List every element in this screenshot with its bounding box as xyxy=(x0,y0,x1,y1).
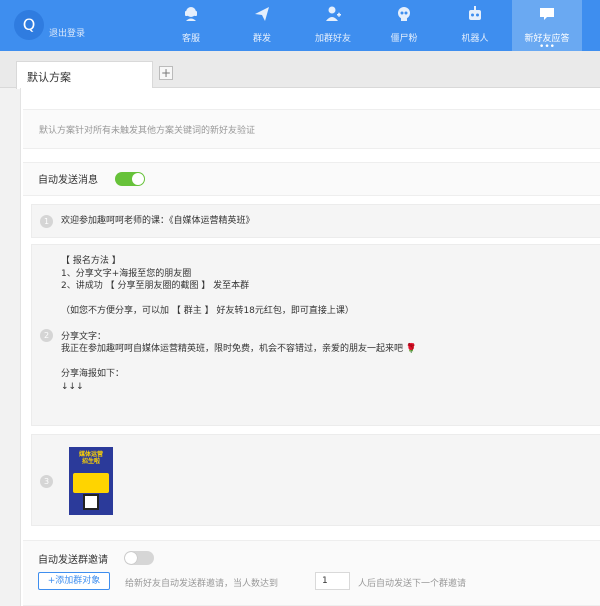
qr-code-icon xyxy=(83,494,99,510)
nav-broadcast[interactable]: 群发 xyxy=(230,0,294,51)
add-group-button[interactable]: +添加群对象 xyxy=(38,572,110,590)
member-count-input[interactable] xyxy=(315,572,350,590)
add-tab-button[interactable]: + xyxy=(159,66,173,80)
nav-robot[interactable]: 机器人 xyxy=(443,0,507,51)
message-item[interactable]: 3 媒体运营 招生啦 xyxy=(31,434,600,526)
auto-send-label: 自动发送消息 xyxy=(38,175,98,186)
group-invite-toggle[interactable] xyxy=(124,551,154,565)
nav-label: 客服 xyxy=(181,34,200,44)
message-index: 2 xyxy=(40,329,53,342)
tab-default-plan[interactable]: 默认方案 xyxy=(16,61,153,89)
message-text: 【 报名方法 】 1、分享文字+海报至您的朋友圈 2、讲成功 【 分享至朋友圈的… xyxy=(61,256,418,392)
robot-icon xyxy=(469,6,481,20)
app-logo: Q xyxy=(14,10,44,40)
nav-customer-service[interactable]: 客服 xyxy=(159,0,223,51)
auto-send-row: 自动发送消息 xyxy=(23,162,600,196)
nav-zombie-fans[interactable]: 僵尸粉 xyxy=(372,0,436,51)
plan-tab-bar: 默认方案 + xyxy=(0,51,600,89)
add-user-icon xyxy=(326,6,341,21)
logout-link[interactable]: 退出登录 xyxy=(49,26,85,39)
invite-description: 给新好友自动发送群邀请，当人数达到 xyxy=(125,579,279,589)
message-item[interactable]: 2 【 报名方法 】 1、分享文字+海报至您的朋友圈 2、讲成功 【 分享至朋友… xyxy=(31,244,600,426)
toggle-knob xyxy=(132,173,144,185)
customer-service-icon xyxy=(185,7,197,21)
poster-image[interactable]: 媒体运营 招生啦 xyxy=(69,447,113,515)
plan-description: 默认方案针对所有未触发其他方案关键词的新好友验证 xyxy=(23,109,600,149)
message-index: 1 xyxy=(40,215,53,228)
poster-banner xyxy=(73,473,109,493)
poster-title: 媒体运营 招生啦 xyxy=(78,451,103,465)
nav-label: 僵尸粉 xyxy=(390,34,418,44)
group-invite-section: 自动发送群邀请 +添加群对象 给新好友自动发送群邀请，当人数达到 人后自动发送下… xyxy=(23,540,600,606)
more-dots: ••• xyxy=(539,42,555,52)
message-text: 欢迎参加趣呵呵老师的课：《自媒体运营精英班》 xyxy=(61,216,255,226)
top-nav-bar: Q 退出登录 客服 群发 加群好友 僵尸粉 机器人 新好友应答 ••• xyxy=(0,0,600,52)
nav-label: 加群好友 xyxy=(314,34,351,44)
group-invite-label: 自动发送群邀请 xyxy=(38,555,108,566)
invite-description-suffix: 人后自动发送下一个群邀请 xyxy=(358,579,467,589)
skull-icon xyxy=(398,7,410,21)
auto-send-toggle[interactable] xyxy=(115,172,145,186)
toggle-knob xyxy=(125,552,137,564)
nav-label: 群发 xyxy=(252,34,271,44)
nav-label: 机器人 xyxy=(461,34,489,44)
plan-editor: 默认方案针对所有未触发其他方案关键词的新好友验证 自动发送消息 1 欢迎参加趣呵… xyxy=(20,88,600,606)
nav-new-friend-reply[interactable]: 新好友应答 ••• xyxy=(512,0,582,52)
paper-plane-icon xyxy=(255,7,269,21)
message-index: 3 xyxy=(40,475,53,488)
nav-add-group-friends[interactable]: 加群好友 xyxy=(301,0,365,51)
chat-bubble-icon xyxy=(540,8,554,20)
message-item[interactable]: 1 欢迎参加趣呵呵老师的课：《自媒体运营精英班》 xyxy=(31,204,600,238)
